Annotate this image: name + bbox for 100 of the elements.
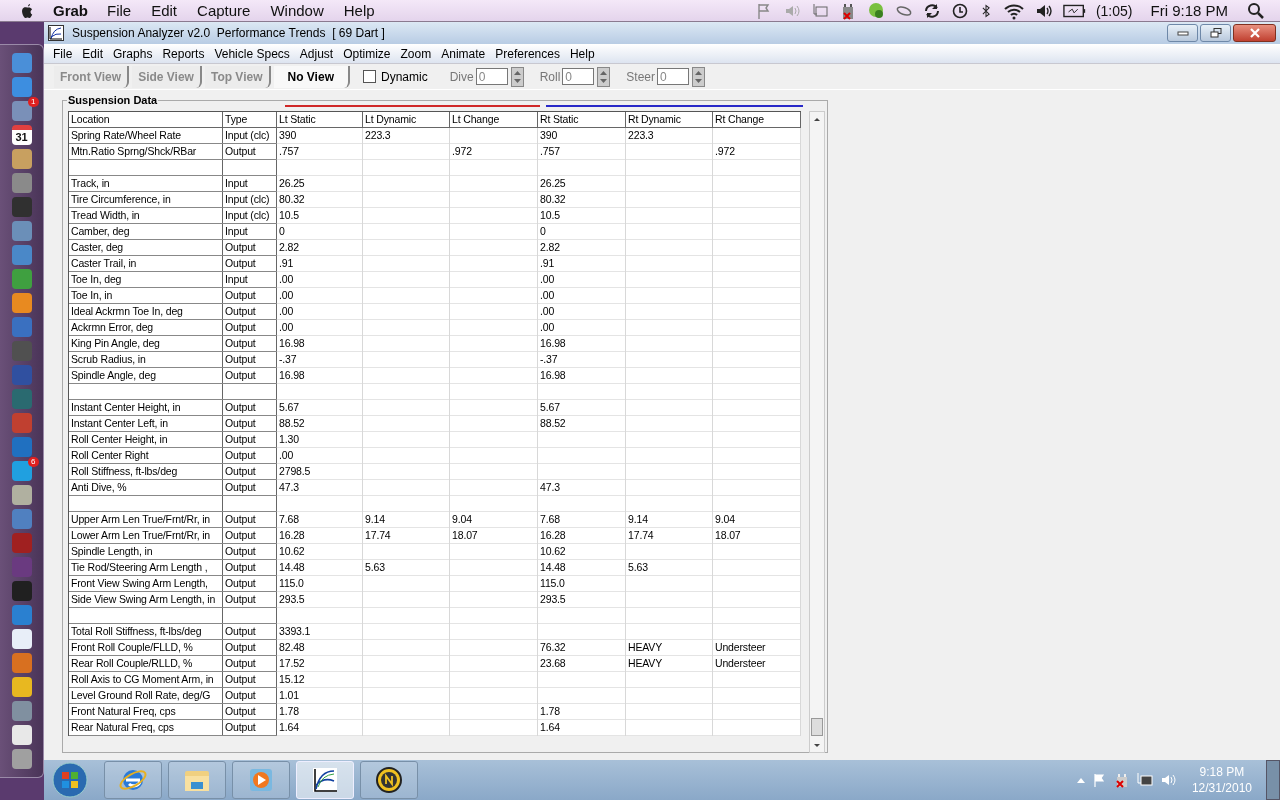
number-field[interactable]: 0 <box>562 68 595 85</box>
table-cell-text: 2798.5 <box>278 464 311 479</box>
spin-buttons[interactable] <box>597 66 611 87</box>
menu-item[interactable]: Optimize <box>338 46 396 61</box>
start-button[interactable] <box>52 762 88 798</box>
type-cell-text: Output <box>224 672 256 687</box>
row-label: Front Natural Freq, cps <box>70 704 176 719</box>
app-icon[interactable] <box>11 749 32 769</box>
spin-buttons[interactable] <box>510 66 524 87</box>
table-cell-text: 223.3 <box>364 128 391 143</box>
battery-time: (1:05) <box>1095 2 1133 19</box>
type-cell-text: Output <box>224 528 256 543</box>
time-machine-icon[interactable] <box>950 1 969 20</box>
table-cell-text: 5.63 <box>627 560 648 575</box>
type-cell-text: Output <box>224 560 256 575</box>
row-label: Front Roll Couple/FLLD, % <box>70 640 193 655</box>
table-cell-text: 10.5 <box>539 208 560 223</box>
menu-item[interactable]: File <box>48 46 78 61</box>
wifi-icon[interactable] <box>1002 1 1025 20</box>
table-cell-text: 3393.1 <box>278 624 311 639</box>
menu-item[interactable]: Window <box>270 2 324 19</box>
menu-item[interactable]: Reports <box>157 46 210 61</box>
table-cell-text: 47.3 <box>278 480 299 495</box>
column-header[interactable]: Rt Dynamic <box>626 112 713 128</box>
view-tab[interactable]: No View <box>273 65 350 88</box>
table-cell-text: 88.52 <box>539 416 566 431</box>
power-plug-icon[interactable] <box>1113 772 1130 788</box>
column-header[interactable]: Location <box>69 112 223 128</box>
table-cell-text: 16.98 <box>278 336 305 351</box>
app-icon[interactable] <box>11 293 32 313</box>
scroll-thumb[interactable] <box>811 718 823 736</box>
column-header[interactable]: Lt Dynamic <box>363 112 450 128</box>
app-icon[interactable] <box>11 485 32 505</box>
table-cell-text: 80.32 <box>278 192 305 207</box>
show-hidden-icon[interactable] <box>1075 776 1086 784</box>
sync-icon[interactable] <box>922 1 941 20</box>
app-icon[interactable] <box>11 725 32 745</box>
number-field[interactable]: 0 <box>657 68 690 85</box>
monitor-icon[interactable] <box>810 1 829 20</box>
table-cell-text: 16.28 <box>278 528 305 543</box>
search-icon[interactable] <box>1247 1 1265 20</box>
app-icon[interactable] <box>11 677 32 697</box>
column-header[interactable]: Lt Change <box>450 112 538 128</box>
table-cell-text: 80.32 <box>539 192 566 207</box>
menu-item[interactable]: Capture <box>197 2 251 19</box>
table-cell-text: 390 <box>278 128 297 143</box>
menu-item[interactable]: Adjust <box>294 46 339 61</box>
row-label: Tread Width, in <box>70 208 140 223</box>
menu-item[interactable]: Help <box>343 2 375 19</box>
menu-item[interactable]: Zoom <box>395 46 437 61</box>
table-cell-text: 18.07 <box>451 528 478 543</box>
table-cell-text: -.37 <box>278 352 297 367</box>
network-icon[interactable] <box>1135 772 1154 788</box>
restore-button[interactable] <box>1200 24 1231 42</box>
battery-icon[interactable] <box>1062 2 1087 19</box>
table-cell-text: 88.52 <box>278 416 305 431</box>
menu-item[interactable]: File <box>107 2 132 19</box>
column-header[interactable]: Lt Static <box>277 112 363 128</box>
menu-item[interactable]: Preferences <box>490 46 565 61</box>
spinner-label: Dive <box>449 69 474 84</box>
table-cell-text: 47.3 <box>539 480 560 495</box>
menu-item[interactable]: Edit <box>151 2 178 19</box>
menu-item[interactable]: Animate <box>436 46 491 61</box>
row-label: Caster, deg <box>70 240 124 255</box>
column-header[interactable]: Type <box>223 112 277 128</box>
type-cell-text: Input <box>224 224 248 239</box>
taskbar-button[interactable] <box>360 761 418 799</box>
app-icon[interactable] <box>11 149 32 169</box>
close-button[interactable] <box>1233 24 1276 42</box>
calendar-icon[interactable]: 31 <box>11 125 32 145</box>
row-label: Caster Trail, in <box>70 256 137 271</box>
type-cell-text: Output <box>224 256 256 271</box>
spin-buttons[interactable] <box>692 66 706 87</box>
column-header[interactable]: Rt Static <box>538 112 626 128</box>
menu-bar-clock[interactable]: Fri 9:18 PM <box>1150 2 1228 19</box>
app-icon[interactable] <box>11 461 32 481</box>
show-desktop-button[interactable] <box>1266 760 1280 800</box>
menu-item[interactable]: Edit <box>77 46 109 61</box>
table-cell-text: 293.5 <box>539 592 566 607</box>
type-cell-text: Input (clc) <box>224 128 270 143</box>
table-cell-text: .00 <box>278 448 294 463</box>
table-cell-text: 14.48 <box>278 560 305 575</box>
menu-item[interactable]: Vehicle Specs <box>209 46 295 61</box>
row-label: Instant Center Left, in <box>70 416 168 431</box>
minimize-button[interactable] <box>1167 24 1198 42</box>
column-header[interactable]: Rt Change <box>713 112 801 128</box>
table-cell-text: 0 <box>278 224 285 239</box>
table-cell-text: .00 <box>539 272 555 287</box>
row-label: Roll Center Height, in <box>70 432 168 447</box>
number-field[interactable]: 0 <box>475 68 508 85</box>
checkbox-label[interactable]: Dynamic <box>380 69 428 84</box>
menu-item[interactable]: Help <box>564 46 600 61</box>
table-cell-text: 17.74 <box>364 528 391 543</box>
menu-item[interactable]: Graphs <box>108 46 158 61</box>
checkbox[interactable] <box>362 70 376 83</box>
scrollbar[interactable] <box>809 111 825 753</box>
apple-icon[interactable] <box>20 2 34 19</box>
app-menu[interactable]: Grab <box>53 2 88 19</box>
row-label: Spindle Angle, deg <box>70 368 156 383</box>
app-icon[interactable] <box>11 629 32 649</box>
